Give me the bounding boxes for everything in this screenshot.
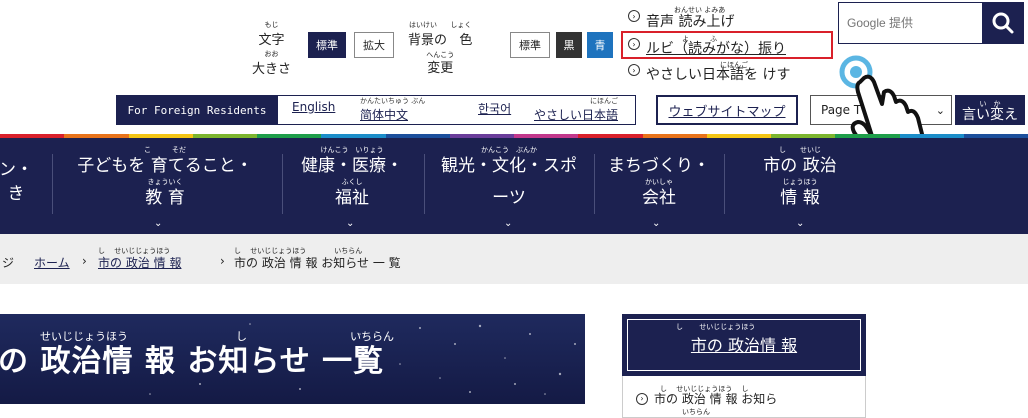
nav-item-label: 子どもを 育てること・ [77,156,253,176]
nav-item-label: 情 報 [780,188,820,208]
voice-reading-link[interactable]: › おんせい よみあ 音声 読み上げ [628,4,735,30]
chevron-down-icon: ⌄ [346,218,355,229]
nav-item-partial[interactable]: ン・ き [0,146,36,206]
chevron-right-icon: › [628,64,640,76]
nav-item-city-politics[interactable]: し せいじ 市の 政治 じょうほう 情 報 [740,146,860,210]
search-button[interactable] [982,2,1024,44]
nav-item-label: 福祉 [335,188,369,208]
chevron-right-icon: › [636,392,648,405]
nav-item-tourism-culture-sports[interactable]: かんこう ぶんか 観光・文化・スポ ーツ [432,146,586,210]
side-link-ruby-2: いちらん [682,408,710,416]
nav-item-label: 観光・文化・スポ [441,156,577,176]
easy-japanese-link[interactable]: › にほんご やさしい日本語を けす [628,60,791,83]
nav-item-health-medical[interactable]: けんこう いりょう 健康・医療・ ふくし 福祉 [288,146,416,210]
nav-divider [424,154,425,214]
side-link-politics-news[interactable]: › 市の 政治 情 報 お知ら [636,390,777,407]
font-standard-button[interactable]: 標準 [308,32,346,58]
bg-black-button[interactable]: 黒 [556,32,582,58]
breadcrumb-partial: ジ [2,256,15,270]
bg-ruby-haikei: はいけい [409,21,438,29]
nav-ruby: かんこう ぶんか [481,146,537,154]
nav-item-town-company[interactable]: まちづくり・ かいしゃ 会社 [604,146,714,210]
side-link-label: 市の 政治 情 報 お知ら [654,392,778,406]
font-size-label: もじ 文字 おお 大きさ [252,18,291,77]
bg-label-henkou: 変更 [427,61,454,76]
bg-standard-button[interactable]: 標準 [510,32,550,58]
translate-label: 言い変え [962,107,1018,123]
search-icon [992,12,1014,34]
nav-divider [724,154,725,214]
highlight-box [621,31,833,59]
translate-button[interactable]: い か 言い変え [955,95,1025,125]
voice-reading-label: 音声 読み上げ [646,14,735,30]
chevron-down-icon: ⌄ [796,218,805,229]
nav-ruby: ふくし [341,178,363,186]
sitemap-link[interactable]: ウェブサイトマップ [656,95,798,125]
chevron-down-icon: ⌄ [504,218,513,229]
font-size-ruby-2: おお [264,50,279,58]
bg-label-haikei: 背景の [408,33,448,48]
lang-english-link[interactable]: English [292,100,335,114]
nav-divider [594,154,595,214]
nav-item-childcare-education[interactable]: こ そだ 子どもを 育てること・ きょういく 教 育 [60,146,270,210]
nav-divider [282,154,283,214]
breadcrumb-current: 市の 政治 情 報 お知らせ 一 覧 [234,256,401,270]
chevron-down-icon: ⌄ [154,218,163,229]
nav-item-label: 健康・医療・ [301,156,403,176]
nav-ruby: きょういく [147,178,183,186]
nav-item-label: 教 育 [145,188,185,208]
nav-item-label: 会社 [642,188,676,208]
foreign-residents-label: For Foreign Residents [116,95,278,125]
nav-item-label: 市の 政治 [763,156,837,176]
font-size-label-text: 文字 [258,33,285,48]
nav-ruby: かいしゃ [645,178,673,186]
side-panel-title[interactable]: 市の 政治情 報 [622,332,866,356]
bg-blue-button[interactable]: 青 [587,32,613,58]
nav-ruby: けんこう いりょう [320,146,384,154]
nav-ruby: こ そだ [144,146,186,154]
nav-item-label: まちづくり・ [608,156,710,176]
font-size-label-text-2: 大きさ [252,62,292,77]
breadcrumb-separator-icon: › [220,254,225,268]
breadcrumb-home[interactable]: ホーム [34,254,70,271]
search-input[interactable] [845,3,979,43]
lang-chinese-ruby: かんたいちゅう ぶん [360,97,426,105]
nav-divider [52,154,53,214]
lang-korean-link[interactable]: 한국어 [478,100,511,117]
font-size-ruby: もじ [264,21,279,29]
easy-japanese-label: やさしい日本語を けす [646,67,791,83]
lang-chinese-link[interactable]: 简体中文 [360,106,408,123]
chevron-right-icon: › [628,10,640,22]
chevron-down-icon: ⌄ [652,218,661,229]
page-title: の 政治情 報 お知らせ 一覧 [0,344,385,379]
font-enlarge-button[interactable]: 拡大 [354,32,394,58]
nav-item-partial-line2: き [7,184,25,204]
nav-item-partial-line1: ン・ [0,160,33,180]
nav-ruby: じょうほう [782,178,818,186]
lang-easy-japanese-ruby: にほんご [590,97,618,105]
lang-easy-japanese-link[interactable]: やさしい日本語 [534,106,618,123]
nav-item-label: ーツ [492,188,526,208]
breadcrumb-separator-icon: › [82,254,87,268]
breadcrumb-politics-info[interactable]: 市の 政治 情 報 [98,254,181,271]
nav-ruby: し せいじ [779,146,821,154]
bg-ruby-shoku: しょく [450,21,472,29]
side-title-ruby: し せいじじょうほう [676,323,756,331]
bg-label-iro: 色 [459,33,473,48]
bg-color-label: はいけい しょく 背景の 色 へんこう 変更 [408,18,472,76]
